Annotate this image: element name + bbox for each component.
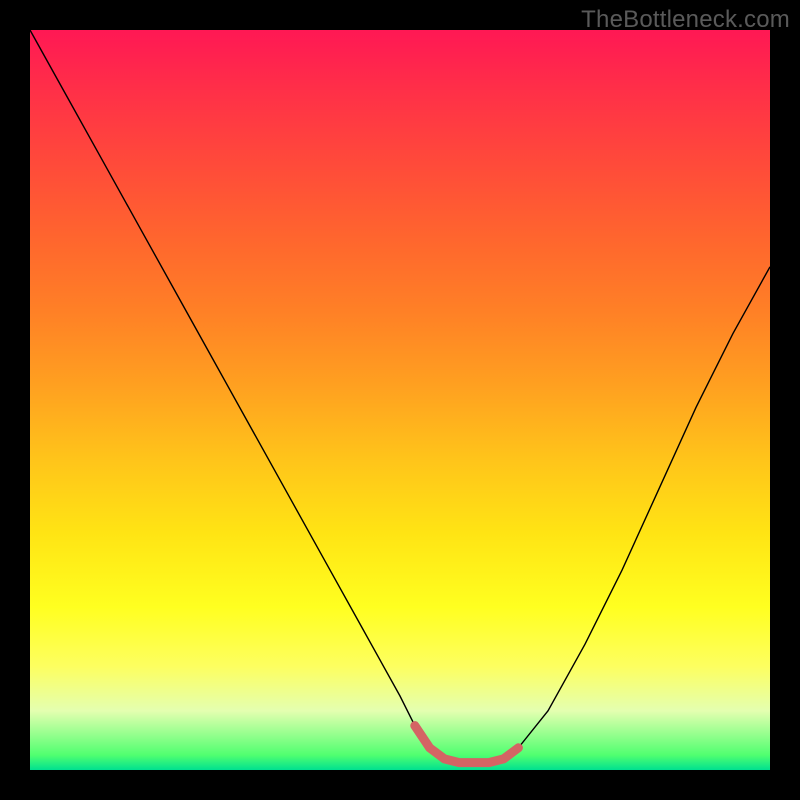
chart-svg <box>30 30 770 770</box>
highlight-bottom-line <box>415 726 519 763</box>
plot-area <box>30 30 770 770</box>
bottleneck-curve-line <box>30 30 770 763</box>
chart-frame: TheBottleneck.com <box>0 0 800 800</box>
